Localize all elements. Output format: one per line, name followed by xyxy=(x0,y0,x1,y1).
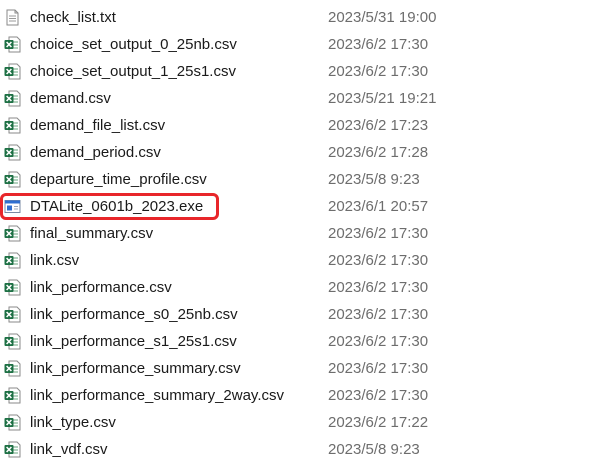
file-name[interactable]: link_performance.csv xyxy=(30,274,172,301)
file-date-modified: 2023/5/21 19:21 xyxy=(328,90,437,107)
excel-csv-icon xyxy=(4,63,21,80)
file-date-modified: 2023/6/2 17:30 xyxy=(328,63,429,80)
file-date-modified: 2023/6/2 17:30 xyxy=(328,252,429,269)
file-name[interactable]: DTALite_0601b_2023.exe xyxy=(30,193,203,220)
file-date-modified: 2023/6/2 17:30 xyxy=(328,360,429,377)
excel-csv-icon xyxy=(4,441,21,458)
file-name[interactable]: check_list.txt xyxy=(30,4,116,31)
file-date-modified: 2023/6/2 17:30 xyxy=(328,306,429,323)
file-row[interactable]: choice_set_output_0_25nb.csv 2023/6/2 17:… xyxy=(0,31,599,58)
file-date-modified: 2023/5/8 9:23 xyxy=(328,171,420,188)
file-row[interactable]: demand.csv 2023/5/21 19:21 xyxy=(0,85,599,112)
excel-csv-icon xyxy=(4,117,21,134)
file-name[interactable]: departure_time_profile.csv xyxy=(30,166,207,193)
excel-csv-icon xyxy=(4,333,21,350)
excel-csv-icon xyxy=(4,387,21,404)
excel-csv-icon xyxy=(4,306,21,323)
file-name[interactable]: demand_period.csv xyxy=(30,139,161,166)
file-name[interactable]: link_performance_s0_25nb.csv xyxy=(30,301,238,328)
file-row[interactable]: demand_period.csv 2023/6/2 17:28 xyxy=(0,139,599,166)
file-date-modified: 2023/6/2 17:30 xyxy=(328,36,429,53)
file-name[interactable]: link_vdf.csv xyxy=(30,436,108,463)
file-date-modified: 2023/6/2 17:23 xyxy=(328,117,429,134)
file-row[interactable]: link_performance_s1_25s1.csv 2023/6/2 17:… xyxy=(0,328,599,355)
file-row[interactable]: link_performance_summary_2way.csv 2023/6/… xyxy=(0,382,599,409)
file-row[interactable]: link_type.csv 2023/6/2 17:22 xyxy=(0,409,599,436)
file-date-modified: 2023/6/2 17:22 xyxy=(328,414,429,431)
file-row[interactable]: departure_time_profile.csv 2023/5/8 9:23 xyxy=(0,166,599,193)
excel-csv-icon xyxy=(4,36,21,53)
text-file-icon xyxy=(4,9,21,26)
excel-csv-icon xyxy=(4,414,21,431)
excel-csv-icon xyxy=(4,252,21,269)
file-row[interactable]: link_vdf.csv 2023/5/8 9:23 xyxy=(0,436,599,463)
file-date-modified: 2023/6/2 17:30 xyxy=(328,279,429,296)
file-date-modified: 2023/6/2 17:30 xyxy=(328,387,429,404)
file-row[interactable]: choice_set_output_1_25s1.csv 2023/6/2 17:… xyxy=(0,58,599,85)
file-row[interactable]: link.csv 2023/6/2 17:30 xyxy=(0,247,599,274)
file-name[interactable]: final_summary.csv xyxy=(30,220,153,247)
file-name[interactable]: demand_file_list.csv xyxy=(30,112,165,139)
exe-app-icon xyxy=(4,198,21,215)
file-date-modified: 2023/6/2 17:30 xyxy=(328,225,429,242)
file-date-modified: 2023/5/31 19:00 xyxy=(328,9,437,26)
excel-csv-icon xyxy=(4,360,21,377)
file-name[interactable]: link_performance_summary.csv xyxy=(30,355,241,382)
file-date-modified: 2023/6/2 17:28 xyxy=(328,144,429,161)
file-name[interactable]: link_type.csv xyxy=(30,409,116,436)
file-date-modified: 2023/6/1 20:57 xyxy=(328,198,429,215)
file-date-modified: 2023/6/2 17:30 xyxy=(328,333,429,350)
file-row[interactable]: demand_file_list.csv 2023/6/2 17:23 xyxy=(0,112,599,139)
file-row[interactable]: final_summary.csv 2023/6/2 17:30 xyxy=(0,220,599,247)
excel-csv-icon xyxy=(4,279,21,296)
file-row[interactable]: check_list.txt 2023/5/31 19:00 xyxy=(0,4,599,31)
excel-csv-icon xyxy=(4,144,21,161)
file-date-modified: 2023/5/8 9:23 xyxy=(328,441,420,458)
file-name[interactable]: link_performance_summary_2way.csv xyxy=(30,382,284,409)
file-name[interactable]: link.csv xyxy=(30,247,79,274)
excel-csv-icon xyxy=(4,171,21,188)
file-name[interactable]: choice_set_output_0_25nb.csv xyxy=(30,31,237,58)
excel-csv-icon xyxy=(4,225,21,242)
file-name[interactable]: link_performance_s1_25s1.csv xyxy=(30,328,237,355)
excel-csv-icon xyxy=(4,90,21,107)
file-row[interactable]: link_performance_summary.csv 2023/6/2 17:… xyxy=(0,355,599,382)
file-list: check_list.txt 2023/5/31 19:00 choice_set_… xyxy=(0,4,599,463)
file-row[interactable]: link_performance.csv 2023/6/2 17:30 xyxy=(0,274,599,301)
file-name[interactable]: choice_set_output_1_25s1.csv xyxy=(30,58,236,85)
file-row[interactable]: link_performance_s0_25nb.csv 2023/6/2 17:… xyxy=(0,301,599,328)
file-row[interactable]: DTALite_0601b_2023.exe 2023/6/1 20:57 xyxy=(0,193,599,220)
file-name[interactable]: demand.csv xyxy=(30,85,111,112)
